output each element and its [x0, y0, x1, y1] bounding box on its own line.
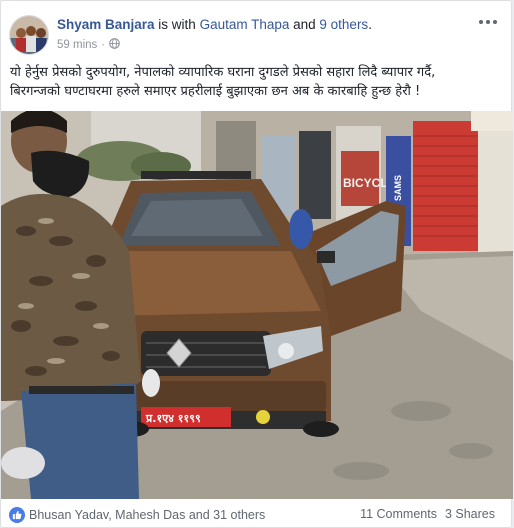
post-meta: 59 mins ·	[57, 38, 120, 52]
post-text-line: बिरगन्जको घण्टाघरमा हरुले समाएर प्रहरीला…	[10, 84, 421, 99]
meta-separator: ·	[101, 39, 106, 51]
reactions-summary[interactable]: Bhusan Yadav, Mahesh Das and 31 others	[9, 507, 265, 523]
more-options-icon[interactable]	[477, 15, 499, 29]
author-name[interactable]: Shyam Banjara	[57, 17, 155, 32]
post-photo[interactable]: BICYCLE SAMS प्र.१ए४ ११९९	[1, 111, 513, 499]
author-avatar[interactable]	[9, 15, 49, 55]
post-stats: 11 Comments 3 Shares	[360, 507, 495, 521]
more-dot	[486, 20, 490, 24]
globe-icon[interactable]	[109, 38, 120, 52]
like-icon	[9, 507, 25, 523]
reactions-text: Bhusan Yadav, Mahesh Das and 31 others	[29, 508, 266, 522]
more-dot	[493, 20, 497, 24]
tagged-others[interactable]: 9 others	[319, 17, 368, 32]
post-header: Shyam Banjara is with Gautam Thapa and 9…	[9, 11, 503, 55]
and-text: and	[289, 17, 320, 32]
post-message: यो हेर्नुस प्रेसको दुरुपयोग, नेपालको व्य…	[10, 63, 501, 101]
tagged-person[interactable]: Gautam Thapa	[200, 17, 290, 32]
author-line: Shyam Banjara is with Gautam Thapa and 9…	[57, 17, 372, 32]
svg-text:SAMS: SAMS	[393, 175, 403, 201]
post-time[interactable]: 59 mins	[57, 39, 97, 51]
post-footer: Bhusan Yadav, Mahesh Das and 31 others 1…	[9, 505, 503, 527]
more-dot	[479, 20, 483, 24]
shares-count[interactable]: 3 Shares	[445, 507, 495, 521]
period-text: .	[368, 17, 372, 32]
post-text-line: यो हेर्नुस प्रेसको दुरुपयोग, नेपालको व्य…	[10, 65, 436, 80]
license-plate-text: प्र.१ए४ ११९९	[145, 412, 201, 425]
comments-count[interactable]: 11 Comments	[360, 507, 437, 521]
post-card: Shyam Banjara is with Gautam Thapa and 9…	[0, 0, 513, 528]
with-text: is with	[154, 17, 200, 32]
